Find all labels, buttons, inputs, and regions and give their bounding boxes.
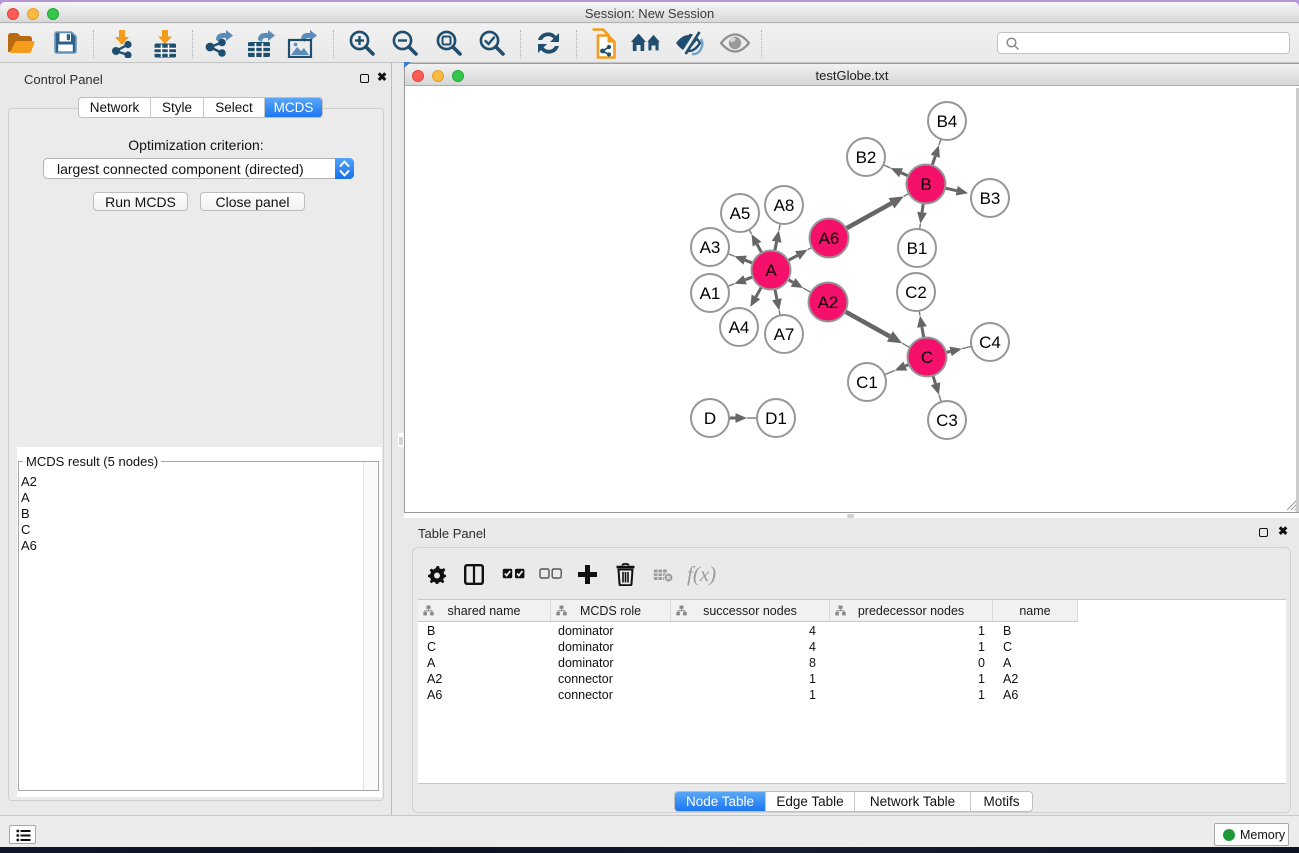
svg-text:A8: A8 [774, 196, 795, 215]
svg-text:B4: B4 [937, 112, 958, 131]
svg-text:C2: C2 [905, 283, 927, 302]
svg-text:B1: B1 [907, 239, 928, 258]
svg-text:A5: A5 [730, 204, 751, 223]
svg-text:A2: A2 [818, 293, 839, 312]
svg-text:A3: A3 [700, 238, 721, 257]
svg-text:D1: D1 [765, 409, 787, 428]
svg-text:A1: A1 [700, 284, 721, 303]
svg-text:B: B [920, 175, 931, 194]
svg-text:B3: B3 [980, 189, 1001, 208]
svg-text:A: A [765, 261, 777, 280]
svg-text:D: D [704, 409, 716, 428]
svg-text:B2: B2 [856, 148, 877, 167]
svg-text:A7: A7 [774, 325, 795, 344]
svg-text:C4: C4 [979, 333, 1001, 352]
svg-text:C1: C1 [856, 373, 878, 392]
svg-text:C: C [921, 348, 933, 367]
svg-text:A6: A6 [819, 229, 840, 248]
svg-text:A4: A4 [729, 318, 750, 337]
svg-text:C3: C3 [936, 411, 958, 430]
